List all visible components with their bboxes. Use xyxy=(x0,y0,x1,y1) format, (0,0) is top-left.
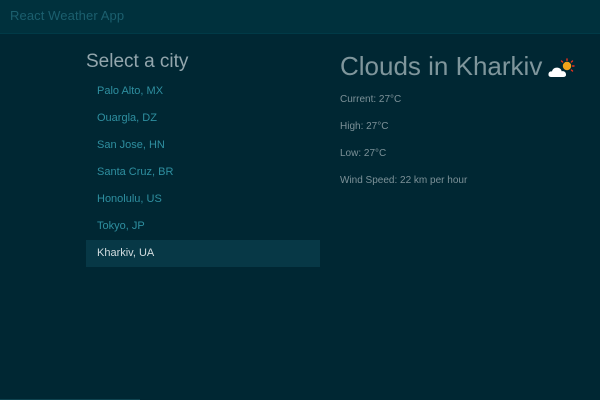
city-item-kharkiv[interactable]: Kharkiv, UA xyxy=(86,240,320,267)
city-list: Palo Alto, MX Ouargla, DZ San Jose, HN S… xyxy=(86,78,320,267)
high-temperature: High: 27°C xyxy=(340,121,389,132)
city-item-santa-cruz[interactable]: Santa Cruz, BR xyxy=(86,159,320,186)
wind-speed: Wind Speed: 22 km per hour xyxy=(340,175,468,186)
city-list-heading: Select a city xyxy=(86,51,189,72)
weather-heading: Clouds in Kharkiv xyxy=(340,51,576,82)
city-item-san-jose[interactable]: San Jose, HN xyxy=(86,132,320,159)
navbar: React Weather App xyxy=(0,0,600,34)
city-item-tokyo[interactable]: Tokyo, JP xyxy=(86,213,320,240)
app-brand-link[interactable]: React Weather App xyxy=(10,8,124,23)
low-temperature: Low: 27°C xyxy=(340,148,387,159)
city-item-palo-alto[interactable]: Palo Alto, MX xyxy=(86,78,320,105)
cloud-sun-icon xyxy=(547,56,576,78)
weather-title: Clouds in Kharkiv xyxy=(340,51,543,81)
city-item-ouargla[interactable]: Ouargla, DZ xyxy=(86,105,320,132)
main-content: Select a city Palo Alto, MX Ouargla, DZ … xyxy=(0,35,600,400)
current-temperature: Current: 27°C xyxy=(340,94,402,105)
city-item-honolulu[interactable]: Honolulu, US xyxy=(86,186,320,213)
